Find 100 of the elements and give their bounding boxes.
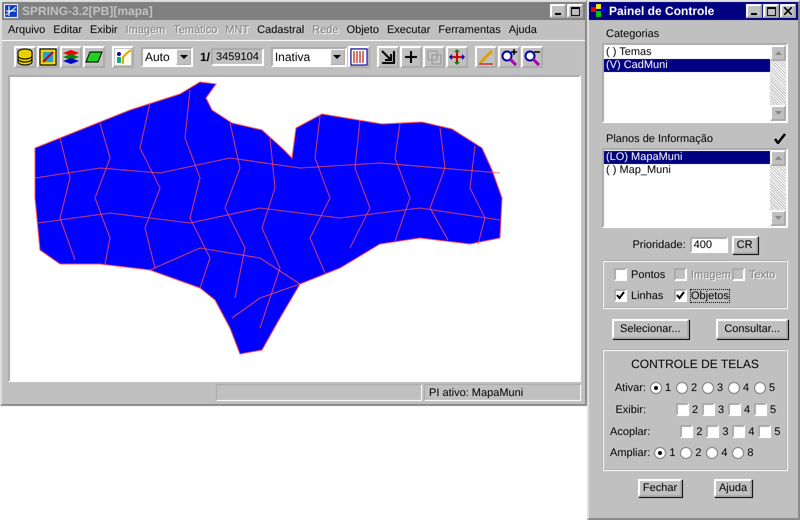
option-label: 4 xyxy=(743,382,750,394)
categories-label: Categorias xyxy=(606,28,660,40)
app-icon xyxy=(4,4,18,18)
maximize-icon xyxy=(570,6,580,16)
action-button[interactable]: Selecionar... xyxy=(612,319,689,339)
app-icon xyxy=(591,4,605,18)
option-label: 5 xyxy=(770,404,776,416)
menu-item[interactable]: Editar xyxy=(49,24,86,36)
option-label: 1 xyxy=(669,447,676,459)
menu-item[interactable]: Exibir xyxy=(86,24,122,36)
menu-item[interactable]: Objeto xyxy=(342,24,383,36)
row-label: Ativar: xyxy=(614,382,647,394)
map-tools-icon[interactable] xyxy=(37,46,59,68)
checkbox[interactable] xyxy=(754,403,767,416)
action-button[interactable]: Consultar... xyxy=(716,319,788,339)
close-icon xyxy=(784,7,792,15)
layers-icon[interactable] xyxy=(60,46,82,68)
checkbox-label[interactable]: Pontos xyxy=(631,268,666,280)
cursor-mode-dropdown[interactable]: Inativa xyxy=(270,47,347,67)
plus-icon[interactable] xyxy=(400,46,422,68)
radio-button[interactable] xyxy=(654,447,666,459)
checkbox[interactable] xyxy=(674,289,687,302)
arrow-corner-icon[interactable] xyxy=(376,46,399,68)
scale-mode-dropdown[interactable]: Auto xyxy=(141,47,193,67)
group-title: CONTROLE DE TELAS xyxy=(630,357,760,371)
scroll-down-icon xyxy=(774,216,782,220)
checkbox[interactable] xyxy=(614,268,627,281)
maximize-button[interactable] xyxy=(763,4,779,18)
window-title: Painel de Controle xyxy=(609,4,714,18)
checkbox[interactable] xyxy=(732,425,746,438)
row-label: Exibir: xyxy=(614,404,647,416)
cr-button[interactable]: CR xyxy=(732,236,758,254)
close-button[interactable] xyxy=(780,4,796,18)
option-label: 3 xyxy=(718,404,724,416)
plane-icon[interactable] xyxy=(83,46,105,68)
option-label: 4 xyxy=(721,447,728,459)
menu-item[interactable]: Executar xyxy=(382,24,434,36)
option-label: 4 xyxy=(744,404,750,416)
priority-label: Prioridade: xyxy=(632,239,686,251)
minimize-button[interactable] xyxy=(746,4,762,18)
scroll-up-icon xyxy=(774,156,782,160)
checkbox-label[interactable]: Objetos xyxy=(691,290,729,302)
option-label: 2 xyxy=(696,426,702,438)
radio-button[interactable] xyxy=(702,382,714,394)
option-label: 2 xyxy=(692,404,698,416)
row-label: Acoplar: xyxy=(610,426,652,438)
scale-field[interactable]: 3459104 xyxy=(211,48,264,66)
list-item[interactable]: (LO) MapaMuni xyxy=(604,151,770,164)
menu-item[interactable]: Arquivo xyxy=(4,24,50,36)
option-label: 3 xyxy=(722,426,728,438)
radio-button[interactable] xyxy=(650,382,662,394)
radio-button[interactable] xyxy=(680,447,692,459)
bars-icon[interactable] xyxy=(348,46,370,68)
option-label: 4 xyxy=(748,426,754,438)
radio-button[interactable] xyxy=(706,447,718,459)
list-item[interactable]: ( ) Temas xyxy=(604,46,770,59)
menu-item[interactable]: Ajuda xyxy=(504,24,541,36)
planes-label: Planos de Informação xyxy=(606,133,714,145)
option-label: 2 xyxy=(695,447,702,459)
scroll-down-icon xyxy=(774,111,782,115)
window-title: SPRING-3.2[PB][mapa] xyxy=(22,4,153,18)
move-arrows-icon[interactable] xyxy=(446,46,468,68)
list-item[interactable]: ( ) Map_Muni xyxy=(604,164,770,177)
radio-button[interactable] xyxy=(676,382,688,394)
checkbox[interactable] xyxy=(728,403,741,416)
scale-prefix: 1/ xyxy=(200,50,210,64)
scrollbar[interactable] xyxy=(770,45,786,121)
list-item[interactable]: (V) CadMuni xyxy=(604,59,770,72)
checkbox-label[interactable]: Linhas xyxy=(631,290,664,302)
check-icon[interactable] xyxy=(774,133,786,144)
checkbox[interactable] xyxy=(676,403,689,416)
option-label: 2 xyxy=(691,382,698,394)
person-chart-icon[interactable] xyxy=(112,46,134,68)
menu-item[interactable]: Ferramentas xyxy=(434,24,505,36)
priority-field[interactable]: 400 xyxy=(690,237,728,253)
dropdown-arrow-icon xyxy=(180,54,188,60)
status-text: PI ativo: MapaMuni xyxy=(424,384,581,401)
checkbox[interactable] xyxy=(702,403,715,416)
option-label: 1 xyxy=(665,382,672,394)
database-icon[interactable] xyxy=(14,46,36,68)
option-label: 3 xyxy=(717,382,724,394)
maximize-icon xyxy=(766,6,776,16)
checkbox[interactable] xyxy=(614,289,627,302)
option-label: 5 xyxy=(774,426,780,438)
zoom-out-icon[interactable] xyxy=(520,46,543,68)
checkbox[interactable] xyxy=(680,425,694,438)
checkbox[interactable] xyxy=(758,425,772,438)
scrollbar[interactable] xyxy=(770,150,786,226)
scroll-up-icon xyxy=(774,51,782,55)
radio-button[interactable] xyxy=(728,382,740,394)
option-label: 8 xyxy=(747,447,754,459)
dialog-button[interactable]: Fechar xyxy=(638,479,682,497)
checkbox[interactable] xyxy=(706,425,720,438)
dialog-button[interactable]: Ajuda xyxy=(714,479,752,497)
radio-button[interactable] xyxy=(732,447,744,459)
pencil-icon[interactable] xyxy=(474,46,497,68)
menu-item[interactable]: Cadastral xyxy=(253,24,308,36)
zoom-in-icon[interactable] xyxy=(498,46,520,68)
radio-button[interactable] xyxy=(754,382,766,394)
dropdown-arrow-icon xyxy=(333,54,342,60)
